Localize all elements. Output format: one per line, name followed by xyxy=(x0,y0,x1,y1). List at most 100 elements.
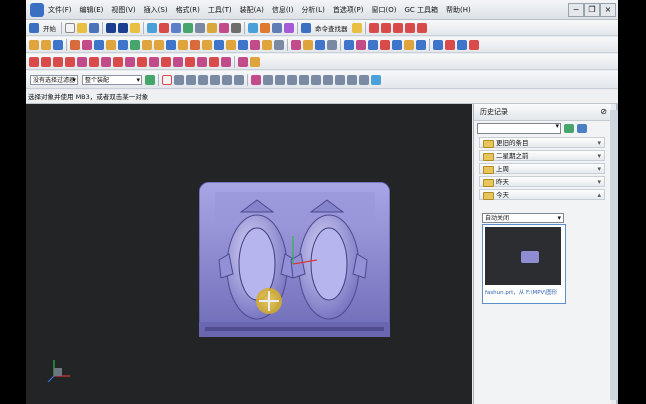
swept-icon[interactable] xyxy=(368,39,378,50)
snap-plus-icon[interactable] xyxy=(347,74,357,85)
undo-icon[interactable] xyxy=(106,22,116,33)
material-icon[interactable] xyxy=(260,22,270,33)
command-finder-button[interactable]: 命令查找器 xyxy=(315,23,348,33)
menu-information[interactable]: 信息(I) xyxy=(272,5,294,15)
intersect-icon[interactable] xyxy=(166,39,176,50)
snap-line-icon[interactable] xyxy=(359,74,369,85)
snap-quadrant-icon[interactable] xyxy=(287,74,297,85)
mirror-feature-icon[interactable] xyxy=(238,39,248,50)
chamfer-icon[interactable] xyxy=(190,39,200,50)
select-body-icon[interactable] xyxy=(198,74,208,85)
intersection-curve-icon[interactable] xyxy=(125,56,135,67)
snap-intersection-icon[interactable] xyxy=(299,74,309,85)
revolve-icon[interactable] xyxy=(53,39,63,50)
new-file-icon[interactable] xyxy=(65,22,75,33)
view-fit-icon[interactable] xyxy=(147,22,157,33)
arc-icon[interactable] xyxy=(41,56,51,67)
snap-center-icon[interactable] xyxy=(275,74,285,85)
redo-icon[interactable] xyxy=(118,22,128,33)
transform-icon[interactable] xyxy=(380,22,391,33)
project-curve-icon[interactable] xyxy=(113,56,123,67)
start-menu-button[interactable]: 开始 xyxy=(43,23,56,33)
minimize-icon[interactable]: − xyxy=(568,3,584,17)
snap-icon[interactable] xyxy=(231,22,241,33)
graphics-viewport[interactable] xyxy=(26,104,472,404)
replace-face-icon[interactable] xyxy=(315,39,325,50)
select-edge-icon[interactable] xyxy=(222,74,232,85)
mold-part-model[interactable] xyxy=(199,182,390,337)
extract-curve-icon[interactable] xyxy=(149,56,159,67)
trim-curve-icon[interactable] xyxy=(185,56,195,67)
restore-icon[interactable]: ❐ xyxy=(584,3,600,17)
analysis-icon[interactable] xyxy=(207,22,217,33)
spline-icon[interactable] xyxy=(77,56,87,67)
side-tab-strip[interactable] xyxy=(610,110,618,400)
rectangle-select-icon[interactable] xyxy=(234,74,244,85)
arrow-tool-icon[interactable] xyxy=(368,22,379,33)
recent-file-caption[interactable]: fashun.prt，从 F:\MPV\图形 xyxy=(485,288,563,296)
history-filter-dropdown[interactable]: 自动关闭 xyxy=(482,213,564,223)
menu-file[interactable]: 文件(F) xyxy=(48,5,72,15)
selection-filter-dropdown[interactable]: 没有选择过滤器 xyxy=(30,74,78,85)
filter-settings-icon[interactable] xyxy=(145,74,155,85)
offset-face-icon[interactable] xyxy=(274,39,284,50)
slot-icon[interactable] xyxy=(118,39,128,50)
line-icon[interactable] xyxy=(29,56,39,67)
menu-tools[interactable]: 工具(T) xyxy=(208,5,232,15)
extrude-icon[interactable] xyxy=(41,39,51,50)
curve-length-icon[interactable] xyxy=(250,56,260,67)
helix-icon[interactable] xyxy=(89,56,99,67)
history-view-dropdown[interactable] xyxy=(477,122,561,134)
measure-icon[interactable] xyxy=(248,22,258,33)
fillet-curve-icon[interactable] xyxy=(209,56,219,67)
groove-icon[interactable] xyxy=(130,39,140,50)
join-curve-icon[interactable] xyxy=(173,56,183,67)
view-options-icon[interactable] xyxy=(577,123,587,133)
unite-icon[interactable] xyxy=(142,39,152,50)
history-group-yesterday[interactable]: 昨天 ▾ xyxy=(479,176,605,187)
pocket-icon[interactable] xyxy=(94,39,104,50)
zoom-icon[interactable] xyxy=(159,22,169,33)
select-cursor-icon[interactable] xyxy=(162,74,172,85)
menu-gc-toolbox[interactable]: GC 工具箱 xyxy=(404,5,438,15)
render-style-icon[interactable] xyxy=(183,22,193,33)
cut-icon[interactable] xyxy=(130,22,140,33)
start-icon[interactable] xyxy=(29,22,39,33)
rectangle-icon[interactable] xyxy=(53,56,63,67)
assembly-icon[interactable] xyxy=(272,22,282,33)
sync-modeling-icon[interactable] xyxy=(291,39,301,50)
selection-scope-dropdown[interactable]: 整个装配 xyxy=(82,74,142,85)
boss-icon[interactable] xyxy=(82,39,92,50)
history-group-today[interactable]: 今天 ▴ xyxy=(479,189,605,200)
section-icon[interactable] xyxy=(219,22,229,33)
snap-cube-icon[interactable] xyxy=(371,74,381,85)
command-finder-icon[interactable] xyxy=(301,22,311,33)
snap-circle-outline-icon[interactable] xyxy=(335,74,345,85)
menu-help[interactable]: 帮助(H) xyxy=(446,5,471,15)
n-sided-icon[interactable] xyxy=(392,39,402,50)
trim-icon[interactable] xyxy=(392,22,403,33)
bounded-plane-icon[interactable] xyxy=(380,39,390,50)
bridge-curve-icon[interactable] xyxy=(161,56,171,67)
menu-insert[interactable]: 插入(S) xyxy=(144,5,168,15)
draft-icon[interactable] xyxy=(214,39,224,50)
subtract-icon[interactable] xyxy=(154,39,164,50)
pattern-icon[interactable] xyxy=(226,39,236,50)
undo-select-icon[interactable] xyxy=(174,74,184,85)
menu-analysis[interactable]: 分析(L) xyxy=(301,5,324,15)
text-curve-icon[interactable] xyxy=(221,56,231,67)
sew-icon[interactable] xyxy=(404,39,414,50)
recent-file-card[interactable]: fashun.prt，从 F:\MPV\图形 xyxy=(482,224,566,304)
edit-curve-icon[interactable] xyxy=(238,56,248,67)
menu-view[interactable]: 视图(V) xyxy=(111,5,135,15)
menu-assembly[interactable]: 装配(A) xyxy=(240,5,264,15)
shell-icon[interactable] xyxy=(202,39,212,50)
section-curve-icon[interactable] xyxy=(137,56,147,67)
open-folder-icon[interactable] xyxy=(77,22,87,33)
split-body-icon[interactable] xyxy=(262,39,272,50)
select-feature-icon[interactable] xyxy=(186,74,196,85)
snap-endpoint-icon[interactable] xyxy=(251,74,261,85)
pin-icon[interactable]: ⊘ xyxy=(600,104,607,120)
pad-icon[interactable] xyxy=(106,39,116,50)
save-icon[interactable] xyxy=(89,22,99,33)
